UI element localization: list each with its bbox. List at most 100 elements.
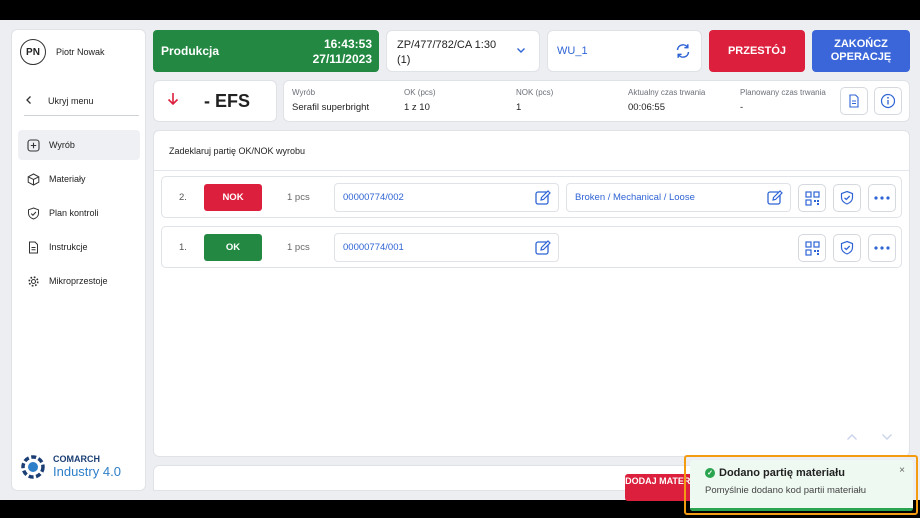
info-value: 1 [516, 102, 522, 113]
toast-message: Pomyślnie dodano kod partii materiału [705, 485, 867, 496]
arrow-down-icon [167, 92, 179, 110]
quality-check-button[interactable] [833, 184, 861, 212]
operation-name: - EFS [204, 91, 251, 111]
edit-icon[interactable] [766, 189, 784, 212]
toast-progress [690, 508, 913, 511]
edit-icon[interactable] [534, 189, 552, 212]
info-ok: OK (pcs) 1 z 10 [404, 88, 436, 113]
sidebar-item-label: Materiały [49, 174, 86, 184]
clock-date: 27/11/2023 [312, 52, 372, 66]
user-name: Piotr Nowak [56, 47, 105, 57]
reason-field[interactable]: Broken / Mechanical / Loose [566, 183, 791, 212]
document-button[interactable] [840, 87, 868, 115]
divider [154, 170, 909, 171]
hide-menu-label: Ukryj menu [48, 95, 94, 106]
document-icon [26, 240, 40, 254]
operation-info: Wyrób Serafil superbright OK (pcs) 1 z 1… [283, 80, 910, 122]
qr-code-button[interactable] [798, 184, 826, 212]
app-screen: PN Piotr Nowak Ukryj menu Wyrób Materiał… [0, 20, 920, 515]
batch-field[interactable]: 00000774/001 [334, 233, 559, 262]
sidebar-item-plan-kontroli[interactable]: Plan kontroli [18, 198, 140, 228]
scroll-down-button[interactable] [874, 424, 900, 450]
comarch-logo-icon [21, 455, 45, 479]
info-label: Wyrób [292, 88, 316, 97]
quality-check-button[interactable] [833, 234, 861, 262]
row-quantity: 1 pcs [287, 242, 310, 253]
user-profile[interactable]: PN Piotr Nowak [20, 39, 105, 65]
row-number: 2. [179, 192, 187, 203]
info-button[interactable] [874, 87, 902, 115]
clock: 16:43:53 27/11/2023 [313, 37, 372, 67]
brand-product: Industry 4.0 [53, 463, 121, 479]
info-value: Serafil superbright [292, 102, 370, 113]
info-value: - [740, 102, 744, 113]
cube-icon [26, 172, 40, 186]
sidebar-item-materialy[interactable]: Materiały [18, 164, 140, 194]
sidebar-item-label: Wyrób [49, 140, 75, 150]
success-toast: ✓ Dodano partię materiału Pomyślnie doda… [690, 460, 913, 511]
sidebar-item-mikroprzestoje[interactable]: Mikroprzestoje [18, 266, 140, 296]
downtime-button[interactable]: PRZESTÓJ [709, 30, 805, 72]
workunit-select[interactable]: WU_1 [547, 30, 702, 72]
panel-title: Zadeklaruj partię OK/NOK wyrobu [169, 146, 306, 156]
shield-check-icon [26, 206, 40, 220]
info-nok: NOK (pcs) 1 [516, 88, 553, 113]
order-number: ZP/477/782/CA 1:30 [397, 39, 497, 51]
qr-code-button[interactable] [798, 234, 826, 262]
order-select[interactable]: ZP/477/782/CA 1:30 (1) [386, 30, 540, 72]
avatar: PN [20, 39, 46, 65]
batch-number: 00000774/001 [343, 242, 404, 253]
close-icon[interactable]: × [899, 465, 905, 476]
sidebar-item-label: Mikroprzestoje [49, 276, 108, 286]
status-badge[interactable]: NOK [204, 184, 262, 211]
order-operation: (1) [397, 54, 411, 67]
table-row: 2. NOK 1 pcs 00000774/002 Broken / Mecha… [161, 176, 902, 218]
table-row: 1. OK 1 pcs 00000774/001 [161, 226, 902, 268]
row-quantity: 1 pcs [287, 192, 310, 203]
workunit-value: WU_1 [557, 45, 588, 57]
qr-code-icon [804, 240, 820, 256]
batch-field[interactable]: 00000774/002 [334, 183, 559, 212]
check-circle-icon: ✓ [705, 468, 715, 478]
operation-card: - EFS [153, 80, 277, 122]
status-label: Produkcja [161, 44, 220, 58]
scroll-up-button[interactable] [839, 424, 865, 450]
sidebar-item-wyrob[interactable]: Wyrób [18, 130, 140, 160]
defect-reason: Broken / Mechanical / Loose [575, 192, 695, 203]
hide-menu-button[interactable]: Ukryj menu [24, 86, 139, 116]
refresh-icon[interactable] [674, 42, 692, 65]
finish-label-line2: OPERACJĘ [830, 51, 892, 63]
edit-icon[interactable] [534, 239, 552, 262]
info-value: 1 z 10 [404, 102, 430, 113]
info-current-time: Aktualny czas trwania 00:06:55 [628, 88, 705, 113]
finish-operation-button[interactable]: ZAKOŃCZ OPERACJĘ [812, 30, 910, 72]
document-icon [849, 94, 859, 108]
plus-square-icon [26, 138, 40, 152]
row-number: 1. [179, 242, 187, 253]
info-product: Wyrób Serafil superbright [292, 88, 369, 113]
more-options-button[interactable] [868, 234, 896, 262]
batch-number: 00000774/002 [343, 192, 404, 203]
more-horizontal-icon [874, 196, 890, 200]
more-options-button[interactable] [868, 184, 896, 212]
more-horizontal-icon [874, 246, 890, 250]
shield-check-icon [840, 240, 854, 255]
production-status: Produkcja 16:43:53 27/11/2023 [153, 30, 379, 72]
gear-icon [26, 274, 40, 288]
info-planned-time: Planowany czas trwania - [740, 88, 826, 113]
batch-declaration-panel: Zadeklaruj partię OK/NOK wyrobu 2. NOK 1… [153, 130, 910, 457]
qr-code-icon [804, 190, 820, 206]
info-value: 00:06:55 [628, 102, 665, 113]
sidebar-item-label: Plan kontroli [49, 208, 99, 218]
clock-time: 16:43:53 [323, 37, 372, 51]
toast-title: Dodano partię materiału [719, 467, 845, 479]
status-badge[interactable]: OK [204, 234, 262, 261]
chevron-left-icon [24, 94, 48, 108]
sidebar-item-label: Instrukcje [49, 242, 88, 252]
sidebar-item-instrukcje[interactable]: Instrukcje [18, 232, 140, 262]
info-label: NOK (pcs) [516, 88, 554, 97]
info-icon [880, 93, 896, 109]
shield-check-icon [840, 190, 854, 205]
info-label: Planowany czas trwania [740, 88, 826, 97]
chevron-down-icon [882, 434, 892, 440]
